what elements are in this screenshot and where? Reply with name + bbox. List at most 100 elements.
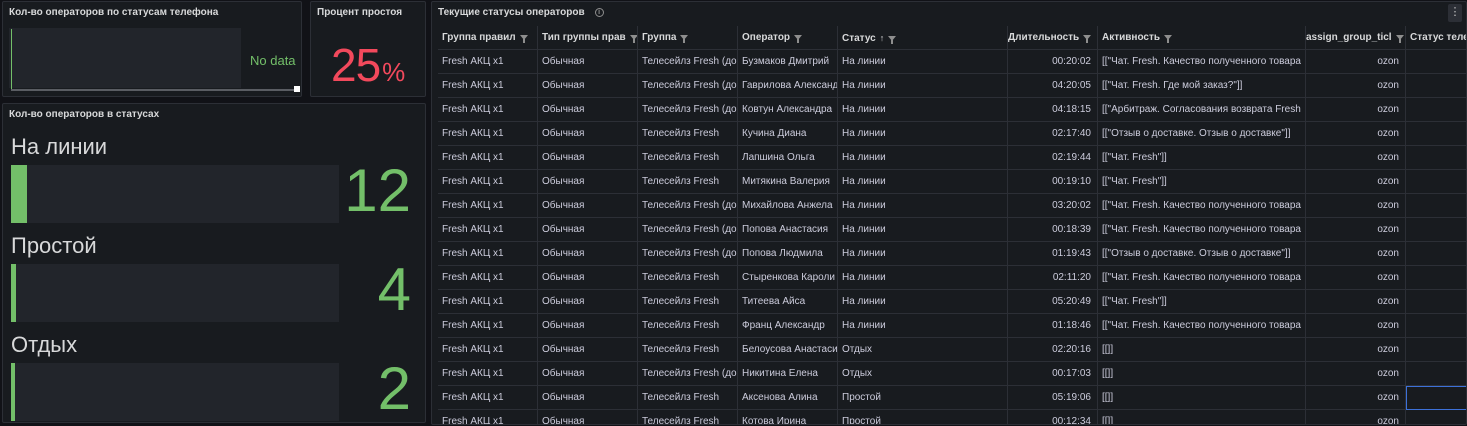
- idle-percent-value: 25%: [331, 38, 405, 92]
- table-cell: Простой: [838, 410, 1008, 424]
- table-cell: На линии: [838, 74, 1008, 98]
- table-cell: [["Чат. Fresh"]]: [1098, 146, 1306, 170]
- column-header-6[interactable]: Активность: [1098, 26, 1306, 50]
- status-bar-track-0: [11, 165, 339, 223]
- filter-icon[interactable]: [888, 35, 897, 44]
- table-cell: На линии: [838, 242, 1008, 266]
- table-cell: [1406, 314, 1466, 338]
- column-header-2[interactable]: Группа: [638, 26, 738, 50]
- table-cell: Телесейлз Fresh: [638, 410, 738, 424]
- table-cell: Простой: [838, 386, 1008, 410]
- column-header-label: Тип группы прав: [542, 32, 626, 43]
- idle-percent-title[interactable]: Процент простоя: [317, 7, 402, 18]
- filter-icon[interactable]: [1395, 34, 1404, 43]
- table-row[interactable]: Fresh АКЦ x1 Обычная Телесейлз Fresh (до Ми…: [438, 194, 1466, 218]
- table-cell: [1406, 146, 1466, 170]
- table-cell: Fresh АКЦ x1: [438, 362, 538, 386]
- filter-icon[interactable]: [519, 34, 528, 43]
- table-cell: Обычная: [538, 362, 638, 386]
- column-header-3[interactable]: Оператор: [738, 26, 838, 50]
- table-cell: [["Чат. Fresh"]]: [1098, 170, 1306, 194]
- time-range-handle[interactable]: [294, 86, 300, 92]
- table-cell: Обычная: [538, 122, 638, 146]
- table-cell: Fresh АКЦ x1: [438, 74, 538, 98]
- table-cell: 04:18:15: [1008, 98, 1098, 122]
- table-cell: Fresh АКЦ x1: [438, 218, 538, 242]
- table-row[interactable]: Fresh АКЦ x1 Обычная Телесейлз Fresh (до По…: [438, 242, 1466, 266]
- table-row[interactable]: Fresh АКЦ x1 Обычная Телесейлз Fresh (до Ни…: [438, 362, 1466, 386]
- table-cell: [1406, 242, 1466, 266]
- table-cell: [[]]: [1098, 362, 1306, 386]
- table-cell: На линии: [838, 266, 1008, 290]
- table-cell: Никитина Елена: [738, 362, 838, 386]
- table-row[interactable]: Fresh АКЦ x1 Обычная Телесейлз Fresh Титеев…: [438, 290, 1466, 314]
- table-cell: ozon: [1306, 314, 1406, 338]
- table-cell: Аксенова Алина: [738, 386, 838, 410]
- table-row[interactable]: Fresh АКЦ x1 Обычная Телесейлз Fresh Белоус…: [438, 338, 1466, 362]
- filter-icon[interactable]: [680, 34, 689, 43]
- operators-table-panel: Текущие статусы операторов i ⋮ Группа пра…: [431, 1, 1467, 425]
- status-bar-fill-2: [11, 363, 15, 421]
- table-cell: На линии: [838, 290, 1008, 314]
- table-cell: Обычная: [538, 146, 638, 170]
- table-cell: Попова Анастасия: [738, 218, 838, 242]
- table-cell: Телесейлз Fresh (до: [638, 74, 738, 98]
- table-cell: На линии: [838, 98, 1008, 122]
- table-cell: ozon: [1306, 194, 1406, 218]
- column-header-0[interactable]: Группа правил: [438, 26, 538, 50]
- idle-percent-unit: %: [382, 57, 405, 87]
- column-header-4[interactable]: Статус ↑: [838, 26, 1008, 50]
- filter-icon[interactable]: [629, 34, 637, 43]
- table-cell: ozon: [1306, 242, 1406, 266]
- table-row[interactable]: Fresh АКЦ x1 Обычная Телесейлз Fresh Аксено…: [438, 386, 1466, 410]
- table-row[interactable]: Fresh АКЦ x1 Обычная Телесейлз Fresh (до Бу…: [438, 50, 1466, 74]
- sort-asc-icon[interactable]: ↑: [880, 33, 885, 43]
- status-counts-title[interactable]: Кол-во операторов в статусах: [9, 109, 159, 120]
- table-row[interactable]: Fresh АКЦ x1 Обычная Телесейлз Fresh (до Ко…: [438, 98, 1466, 122]
- table-cell: Fresh АКЦ x1: [438, 314, 538, 338]
- status-bar-track-2: [11, 363, 339, 421]
- table-row[interactable]: Fresh АКЦ x1 Обычная Телесейлз Fresh Лапшин…: [438, 146, 1466, 170]
- table-cell: [1406, 266, 1466, 290]
- column-header-1[interactable]: Тип группы прав: [538, 26, 638, 50]
- table-cell: [["Чат. Fresh. Качество полученного това…: [1098, 218, 1306, 242]
- table-row[interactable]: Fresh АКЦ x1 Обычная Телесейлз Fresh (до По…: [438, 218, 1466, 242]
- phone-status-title[interactable]: Кол-во операторов по статусам телефона: [9, 7, 218, 18]
- table-cell: [["Чат. Fresh. Качество полученного това…: [1098, 50, 1306, 74]
- table-cell: 02:11:20: [1008, 266, 1098, 290]
- table-row[interactable]: Fresh АКЦ x1 Обычная Телесейлз Fresh (до Га…: [438, 74, 1466, 98]
- filter-icon[interactable]: [794, 34, 803, 43]
- panel-menu-icon[interactable]: ⋮: [1448, 4, 1462, 22]
- column-header-5[interactable]: Длительность: [1008, 26, 1098, 50]
- table-row[interactable]: Fresh АКЦ x1 Обычная Телесейлз Fresh Котова…: [438, 410, 1466, 424]
- table-cell: ozon: [1306, 122, 1406, 146]
- table-cell: Михайлова Анжела: [738, 194, 838, 218]
- table-row[interactable]: Fresh АКЦ x1 Обычная Телесейлз Fresh Франц …: [438, 314, 1466, 338]
- table-cell: [1406, 410, 1466, 424]
- table-cell: [["Чат. Fresh. Качество полученного това…: [1098, 266, 1306, 290]
- table-cell: Fresh АКЦ x1: [438, 194, 538, 218]
- table-header-row: Группа правил Тип группы прав Группа Операт…: [438, 26, 1466, 50]
- filter-icon[interactable]: [1164, 34, 1173, 43]
- time-range-track[interactable]: [11, 89, 300, 91]
- column-header-7[interactable]: assign_group_ticl: [1306, 26, 1406, 50]
- table-row[interactable]: Fresh АКЦ x1 Обычная Телесейлз Fresh Стырен…: [438, 266, 1466, 290]
- table-row[interactable]: Fresh АКЦ x1 Обычная Телесейлз Fresh Митяки…: [438, 170, 1466, 194]
- operators-table-title[interactable]: Текущие статусы операторов: [438, 7, 585, 18]
- column-header-label: Группа правил: [442, 32, 516, 43]
- filter-icon[interactable]: [1083, 34, 1092, 43]
- table-cell: Телесейлз Fresh: [638, 290, 738, 314]
- status-name-0: На линии: [11, 134, 108, 159]
- status-name-1: Простой: [11, 233, 97, 258]
- column-header-8[interactable]: Статус теле: [1406, 26, 1466, 50]
- status-bar-track-1: [11, 264, 339, 322]
- table-cell: Fresh АКЦ x1: [438, 386, 538, 410]
- table-cell: 02:20:16: [1008, 338, 1098, 362]
- table-cell: [1406, 74, 1466, 98]
- status-bar-fill-1: [11, 264, 16, 322]
- info-icon[interactable]: i: [594, 7, 604, 17]
- table-row[interactable]: Fresh АКЦ x1 Обычная Телесейлз Fresh Кучина…: [438, 122, 1466, 146]
- table-cell: На линии: [838, 50, 1008, 74]
- table-cell: Телесейлз Fresh: [638, 386, 738, 410]
- table-cell: ozon: [1306, 98, 1406, 122]
